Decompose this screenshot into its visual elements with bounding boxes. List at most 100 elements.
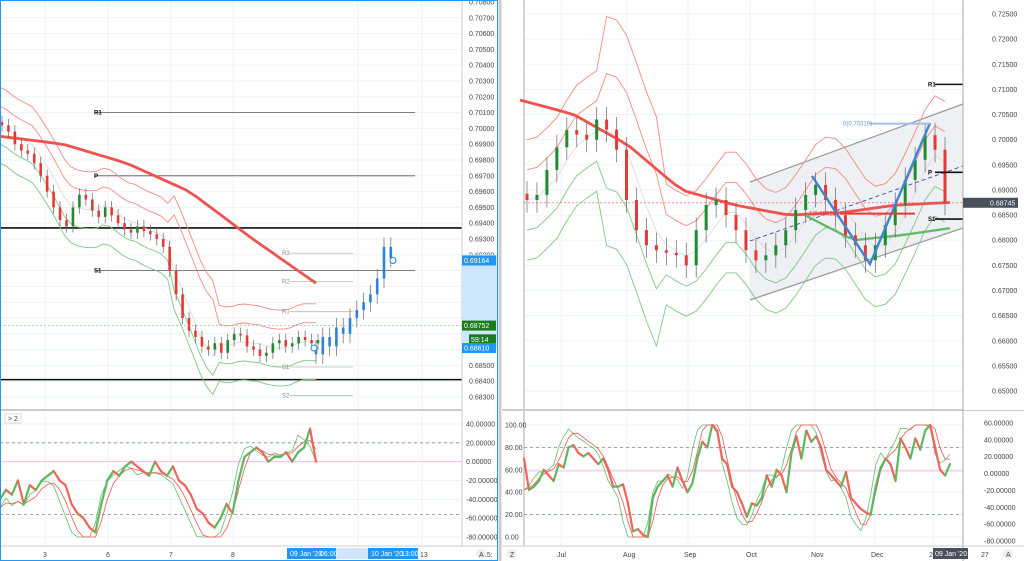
candle [744,230,748,251]
candle [369,294,372,303]
price-tick-label: 0.67500 [992,263,1017,270]
candle [525,193,529,200]
price-tick-label: 0.66000 [992,338,1017,345]
candle [684,255,688,266]
pivot-label-p: P [94,174,98,180]
price-tick-label: 0.70600 [469,31,494,38]
price-badge-label: 59:14 [471,337,489,344]
candle [181,294,184,318]
candle [316,340,320,344]
price-tick-label: 0.70500 [469,47,494,54]
oscillator-right-tick-label: -60.00000 [984,522,1016,529]
oscillator-left-tick-label: 0.00 [505,535,519,542]
candle [297,336,300,344]
candle [943,149,947,203]
candle [0,122,4,126]
candle [784,230,788,246]
candle [26,150,30,154]
time-badge-label: 09 Jan '20 [290,551,322,558]
pivot-label-p: P [928,170,932,176]
time-tick-label: 27 [981,552,989,559]
price-badge-label: 0.68610 [464,346,489,353]
candle [207,346,210,350]
candle [389,246,393,258]
candle [58,207,62,221]
candle [252,346,255,350]
candle [382,246,386,279]
oscillator-right-tick-label: -40.00000 [984,505,1016,512]
oscillator-tick-label: 40.00000 [466,422,495,429]
pivot-label-r1: R1 [94,111,102,117]
pivot-label-r1: R1 [928,82,936,88]
candle [605,119,609,130]
oscillator-right-tick-label: 20.00000 [984,454,1013,461]
candle [814,184,818,195]
price-tick-label: 0.72000 [992,37,1017,44]
candle [187,318,191,331]
candle [595,119,599,140]
time-tick-label: Nov [811,552,824,559]
oscillator-right-tick-label: -20.00000 [984,488,1016,495]
candle [258,349,262,356]
price-tick-label: 0.69800 [469,158,494,165]
zoom-button-label[interactable]: Z [510,552,515,559]
candle [39,163,42,176]
candle [97,210,101,217]
time-tick-label: 13 [420,552,428,559]
price-range-highlight [462,254,498,348]
price-tick-label: 0.69700 [469,173,494,180]
candle [78,194,81,208]
candle [933,135,937,150]
time-tick-label: Dec [871,552,884,559]
legend-toggle-label[interactable]: > 2 [8,416,18,423]
price-tick-label: 0.70400 [469,63,494,70]
candle [90,199,94,211]
candle [774,245,778,256]
oscillator-tick-label: -40.00000 [466,497,498,504]
pivot-label-s1: S1 [928,217,936,223]
time-tick-label: Jul [557,552,566,559]
candle [219,343,223,353]
price-tick-label: 0.70000 [469,126,494,133]
candle [362,302,365,311]
candle [664,250,668,253]
price-tick-label: 0.69900 [469,142,494,149]
candle [625,149,629,200]
candle [575,130,579,135]
price-badge-label: 0.68752 [464,323,489,330]
candle [84,194,88,200]
candle [754,250,758,261]
price-tick-label: 0.69400 [469,221,494,228]
candle [245,335,249,347]
candle [271,343,275,353]
candle [634,199,638,231]
candle [149,231,152,235]
price-tick-label: 0.70700 [469,15,494,22]
candle [232,333,236,341]
price-tick-label: 0.69300 [469,237,494,244]
candle [13,131,17,145]
auto-scale-label[interactable]: A [1006,552,1011,559]
price-tick-label: 0.68300 [469,395,494,402]
oscillator-tick-label: -20.00000 [466,478,498,485]
candle [535,194,539,200]
oscillator-tick-label: -60.00000 [466,516,498,523]
candle [694,230,698,266]
candle [103,207,107,217]
time-tick-label: 3 [43,552,47,559]
time-tick-label: Aug [623,552,636,559]
oscillator-left-tick-label: 100.00 [505,423,527,430]
candle [734,215,738,231]
candle [200,336,204,347]
auto-scale-label[interactable]: A [479,552,484,559]
candle [724,199,728,216]
pivot-label-s1: S1 [94,269,102,275]
price-tick-label: 0.70000 [992,137,1017,144]
candle [555,147,559,170]
price-tick-label: 0.72500 [992,12,1017,19]
oscillator-left-tick-label: 60.00 [505,467,523,474]
time-badge-label: 10 Jan '20 [371,551,403,558]
time-range-highlight [336,548,368,559]
candle [290,343,294,347]
candle [375,278,379,295]
